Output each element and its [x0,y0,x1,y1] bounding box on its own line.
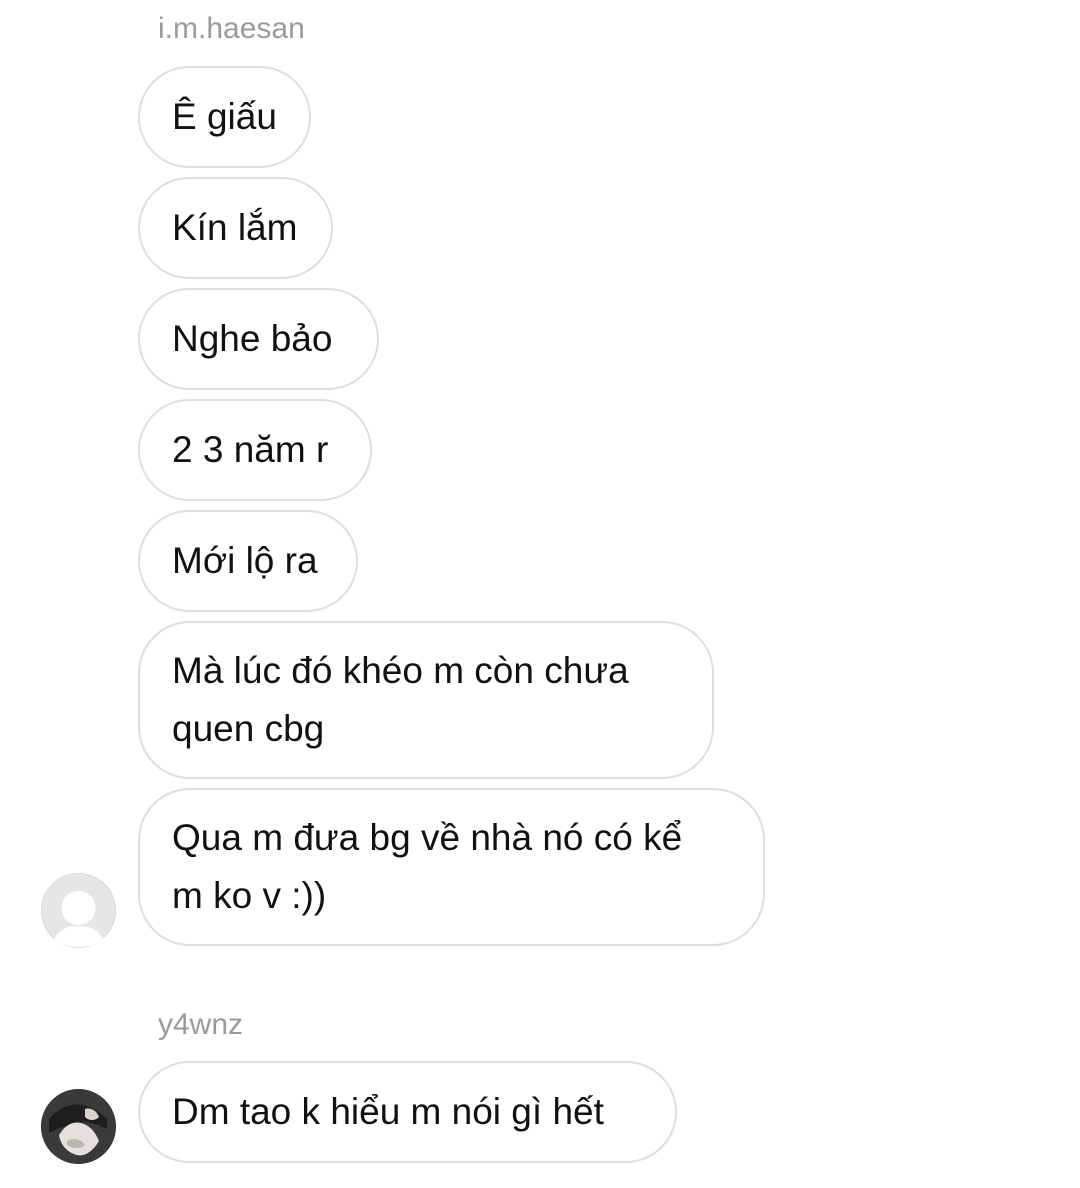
message-text: Dm tao k hiểu m nói gì hết [172,1091,604,1132]
message-text: Nghe bảo [172,318,333,359]
message-bubble[interactable]: 2 3 năm r [138,399,372,501]
message-bubble[interactable]: Nghe bảo [138,288,379,390]
person-silhouette-icon [41,873,116,948]
message-text: Mà lúc đó khéo m còn chưa quen cbg [172,650,629,749]
message-bubble[interactable]: Kín lắm [138,177,333,279]
message-bubble[interactable]: Ê giấu [138,66,311,168]
profile-photo-avatar[interactable] [41,1089,116,1164]
message-text: Ê giấu [172,96,277,137]
message-text: Qua m đưa bg về nhà nó có kể m ko v :)) [172,817,683,916]
message-bubble[interactable]: Qua m đưa bg về nhà nó có kể m ko v :)) [138,788,765,946]
sender-name[interactable]: y4wnz [158,1010,243,1040]
message-text: 2 3 năm r [172,429,329,470]
message-bubble[interactable]: Mới lộ ra [138,510,358,612]
default-profile-avatar-icon[interactable] [41,873,116,948]
message-text: Kín lắm [172,207,298,248]
message-bubble[interactable]: Mà lúc đó khéo m còn chưa quen cbg [138,621,714,779]
message-text: Mới lộ ra [172,540,318,581]
message-bubble[interactable]: Dm tao k hiểu m nói gì hết [138,1061,677,1163]
sender-name[interactable]: i.m.haesan [158,14,305,44]
profile-photo-image [41,1089,116,1164]
